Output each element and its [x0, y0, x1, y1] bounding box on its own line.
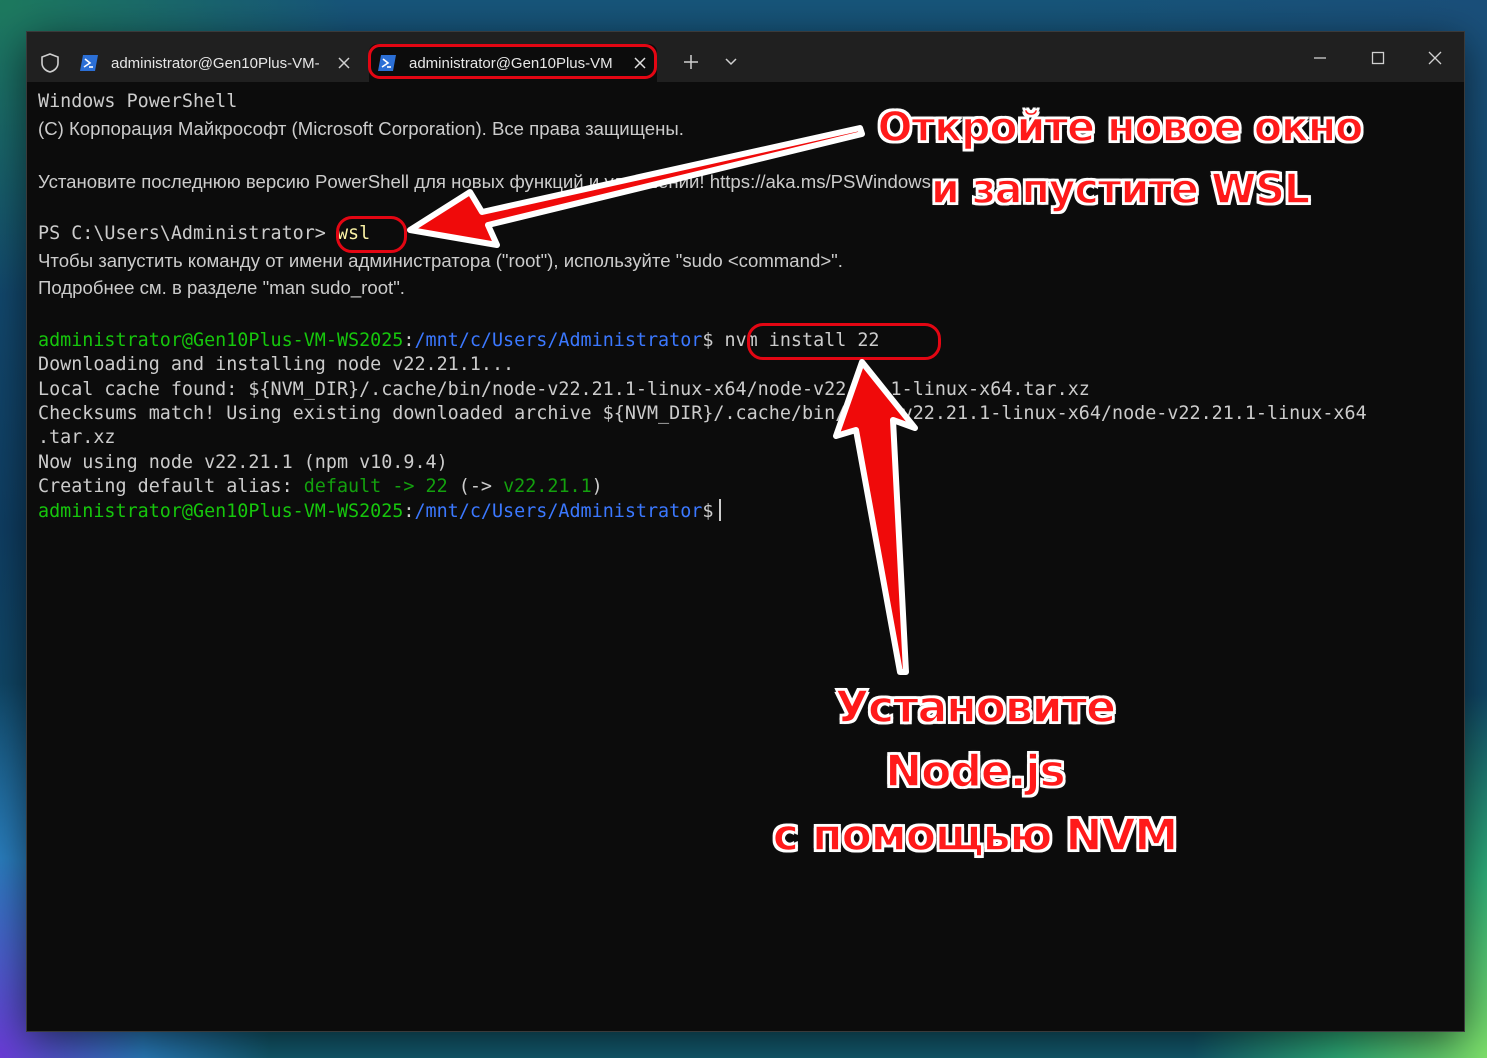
ps-prompt: PS C:\Users\Administrator>	[38, 223, 326, 244]
user-host: administrator@Gen10Plus-VM-WS2025	[38, 330, 404, 351]
prompt-colon: :	[403, 501, 415, 522]
plus-icon[interactable]	[683, 54, 699, 70]
alias-open: (->	[447, 476, 504, 497]
ps-copyright-line: (C) Корпорация Майкрософт (Microsoft Cor…	[38, 118, 684, 139]
minimize-icon[interactable]	[1312, 50, 1328, 66]
terminal-window: administrator@Gen10Plus-VM- administrato…	[27, 32, 1464, 1031]
alias-number: 22	[425, 476, 448, 497]
output-line: Downloading and installing node v22.21.1…	[38, 354, 515, 375]
tab-active[interactable]: administrator@Gen10Plus-VM	[369, 44, 657, 82]
sudo-hint-line: Чтобы запустить команду от имени админис…	[38, 250, 843, 271]
shield-icon	[41, 53, 59, 73]
prompt-dollar: $	[702, 330, 714, 351]
user-host: administrator@Gen10Plus-VM-WS2025	[38, 501, 404, 522]
nvm-command: nvm install 22	[724, 330, 880, 351]
maximize-icon[interactable]	[1370, 50, 1386, 66]
powershell-icon	[378, 55, 396, 71]
tab-inactive[interactable]: administrator@Gen10Plus-VM-	[73, 44, 361, 82]
powershell-icon	[80, 55, 98, 71]
alias-default: default	[303, 476, 382, 497]
alias-version: v22.21.1	[503, 476, 592, 497]
ps-prompt-line: PS C:\Users\Administrator> wsl	[38, 222, 370, 246]
bash-prompt-line: administrator@Gen10Plus-VM-WS2025:/mnt/c…	[38, 329, 880, 353]
alias-line: Creating default alias: default -> 22 (-…	[38, 475, 603, 499]
wsl-command: wsl	[336, 223, 371, 244]
title-bar: administrator@Gen10Plus-VM- administrato…	[27, 32, 1464, 82]
alias-close: )	[591, 476, 603, 497]
tab-label: administrator@Gen10Plus-VM-	[111, 54, 320, 72]
alias-prefix: Creating default alias:	[38, 476, 304, 497]
output-line: Local cache found: ${NVM_DIR}/.cache/bin…	[38, 379, 1090, 400]
ps-upgrade-tip: Установите последнюю версию PowerShell д…	[38, 171, 931, 192]
output-line: Now using node v22.21.1 (npm v10.9.4)	[38, 452, 448, 473]
chevron-down-icon[interactable]	[724, 56, 738, 68]
alias-arrow: ->	[381, 476, 426, 497]
output-line: .tar.xz	[38, 427, 116, 448]
close-icon[interactable]	[633, 56, 647, 70]
prompt-path: /mnt/c/Users/Administrator	[414, 501, 703, 522]
output-line: Checksums match! Using existing download…	[38, 403, 1367, 424]
prompt-dollar: $	[702, 501, 714, 522]
bash-prompt-line: administrator@Gen10Plus-VM-WS2025:/mnt/c…	[38, 499, 722, 524]
prompt-path: /mnt/c/Users/Administrator	[414, 330, 703, 351]
prompt-colon: :	[403, 330, 415, 351]
tab-label: administrator@Gen10Plus-VM	[409, 54, 613, 72]
close-window-icon[interactable]	[1427, 50, 1443, 66]
sudo-man-line: Подробнее см. в разделе "man sudo_root".	[38, 277, 405, 298]
ps-header-line: Windows PowerShell	[38, 91, 238, 112]
close-icon[interactable]	[337, 56, 351, 70]
text-cursor	[719, 499, 722, 521]
